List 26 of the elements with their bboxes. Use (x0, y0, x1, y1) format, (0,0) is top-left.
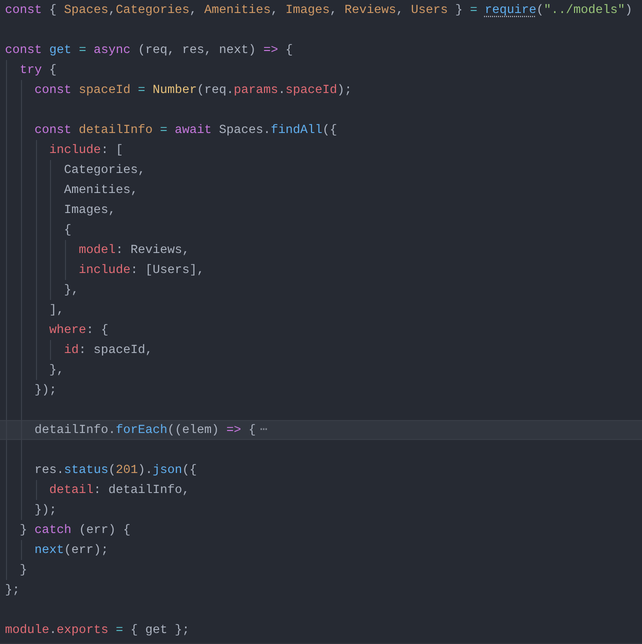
code-line: Amenities, (0, 180, 642, 200)
code-line: detail: detailInfo, (0, 480, 642, 500)
code-line: }, (0, 360, 642, 380)
code-line: }; (4, 582, 21, 599)
code-line: const { Spaces,Categories, Amenities, Images, Reviews, Users } = require("../models") (4, 2, 634, 19)
code-line: model: Reviews, (0, 240, 642, 260)
code-line: const spaceId = Number(req.params.spaceId); (0, 80, 642, 100)
code-line: } (0, 560, 642, 580)
code-line: }, (0, 280, 642, 300)
code-line: const detailInfo = await Spaces.findAll({ (0, 120, 642, 140)
code-line: include: [Users], (0, 260, 642, 280)
code-line: id: spaceId, (0, 340, 642, 360)
code-line: }); (0, 380, 642, 400)
code-line: try { (0, 60, 642, 80)
code-line: next(err); (0, 540, 642, 560)
code-line: Categories, (0, 160, 642, 180)
code-line: include: [ (0, 140, 642, 160)
code-line: } catch (err) { (0, 520, 642, 540)
code-line: ], (0, 300, 642, 320)
code-line: module.exports = { get }; (4, 622, 191, 639)
code-line: res.status(201).json({ (0, 460, 642, 480)
code-line: Images, (0, 200, 642, 220)
code-line: const get = async (req, res, next) => { (4, 42, 294, 59)
code-line: { (0, 220, 642, 240)
code-line: where: { (0, 320, 642, 340)
code-line: }); (0, 500, 642, 520)
